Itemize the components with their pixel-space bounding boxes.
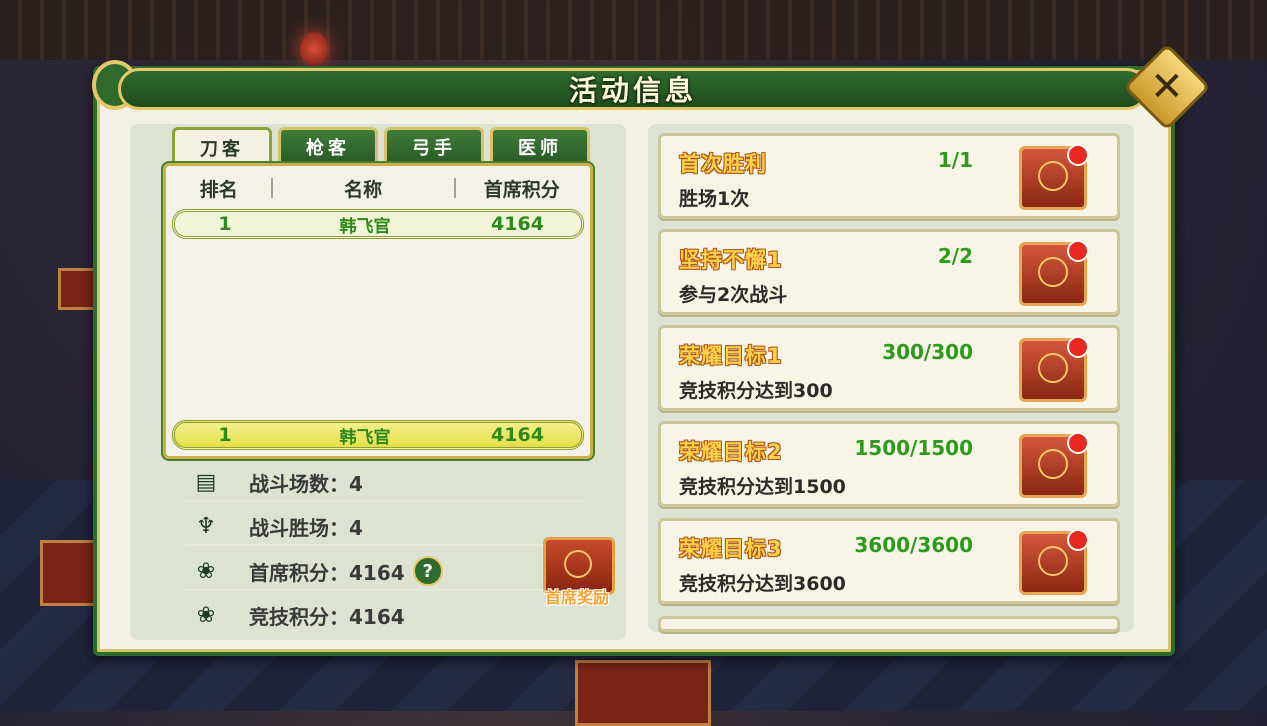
row-rank: 1 xyxy=(218,213,232,235)
lotus-icon: ❀ xyxy=(196,602,216,628)
header-name: 名称 xyxy=(344,178,383,201)
title-bar: 活动信息 xyxy=(118,68,1148,110)
tab-healer[interactable]: 医师 xyxy=(490,127,590,163)
tab-archer[interactable]: 弓手 xyxy=(384,127,484,163)
task-desc: 竞技积分达到3600 xyxy=(679,573,846,595)
task-progress: 3600/3600 xyxy=(854,533,973,557)
my-rank-row: 1 韩飞官 4164 xyxy=(172,420,584,450)
notification-dot-icon xyxy=(1067,529,1089,551)
background-roof xyxy=(0,0,1267,60)
notification-dot-icon xyxy=(1067,144,1089,166)
tab-blade[interactable]: 刀客 xyxy=(172,127,272,165)
task-desc: 胜场1次 xyxy=(679,188,750,210)
chief-reward-label: 首席奖励 xyxy=(544,588,609,607)
stat-battle-count: ▤ 战斗场数：4 xyxy=(185,464,585,502)
task-title: 荣耀目标3 xyxy=(679,537,783,561)
task-item[interactable]: 荣耀目标3 3600/3600 竞技积分达到3600 xyxy=(658,518,1120,604)
notification-dot-icon xyxy=(1067,240,1089,262)
task-title: 荣耀目标2 xyxy=(679,440,783,464)
task-desc: 竞技积分达到1500 xyxy=(679,476,846,498)
task-progress: 2/2 xyxy=(937,244,973,268)
help-icon[interactable]: ? xyxy=(412,556,443,586)
task-progress: 1/1 xyxy=(937,148,973,172)
stat-text: 战斗胜场：4 xyxy=(249,515,363,540)
row-name: 韩飞官 xyxy=(339,216,391,237)
window-title: 活动信息 xyxy=(568,74,697,107)
task-progress: 1500/1500 xyxy=(854,436,973,460)
tab-spear[interactable]: 枪客 xyxy=(278,127,378,163)
stat-battle-wins: ♆ 战斗胜场：4 xyxy=(185,508,585,546)
my-name: 韩飞官 xyxy=(339,427,391,448)
close-icon: ✕ xyxy=(1150,63,1184,110)
stat-text: 首席积分：4164 xyxy=(249,560,405,585)
task-title: 坚持不懈1 xyxy=(679,248,783,272)
row-score: 4164 xyxy=(491,213,544,235)
task-desc: 参与2次战斗 xyxy=(679,284,788,306)
my-score: 4164 xyxy=(491,424,544,446)
lotus-icon: ❀ xyxy=(196,558,216,584)
background-chest xyxy=(575,660,711,726)
document-icon: ▤ xyxy=(195,469,217,495)
task-title: 荣耀目标1 xyxy=(679,344,783,368)
notification-dot-icon xyxy=(1067,432,1089,454)
notification-dot-icon xyxy=(1067,336,1089,358)
class-tabs: 刀客 枪客 弓手 医师 xyxy=(172,127,590,165)
task-desc: 竞技积分达到300 xyxy=(679,380,833,402)
stat-chief-score: ❀ 首席积分：4164 ? xyxy=(185,553,585,591)
header-score: 首席积分 xyxy=(483,178,560,201)
header-rank: 排名 xyxy=(199,178,238,201)
my-rank: 1 xyxy=(218,424,232,446)
table-row[interactable]: 1 韩飞官 4164 xyxy=(172,209,584,239)
background-lantern xyxy=(300,32,328,66)
stat-text: 竞技积分：4164 xyxy=(249,604,405,629)
task-item[interactable]: 坚持不懈1 2/2 参与2次战斗 xyxy=(658,229,1120,315)
task-progress: 300/300 xyxy=(882,340,973,364)
ranking-header: 排名 名称 首席积分 xyxy=(167,168,588,208)
background-chest xyxy=(58,268,98,310)
task-item[interactable] xyxy=(658,616,1120,632)
stat-text: 战斗场数：4 xyxy=(249,471,363,496)
task-item[interactable]: 荣耀目标2 1500/1500 竞技积分达到1500 xyxy=(658,421,1120,507)
task-title: 首次胜利 xyxy=(679,152,767,176)
stat-arena-score: ❀ 竞技积分：4164 xyxy=(185,597,585,633)
task-item[interactable]: 荣耀目标1 300/300 竞技积分达到300 xyxy=(658,325,1120,411)
task-item[interactable]: 首次胜利 1/1 胜场1次 xyxy=(658,133,1120,219)
crown-icon: ♆ xyxy=(196,513,216,539)
